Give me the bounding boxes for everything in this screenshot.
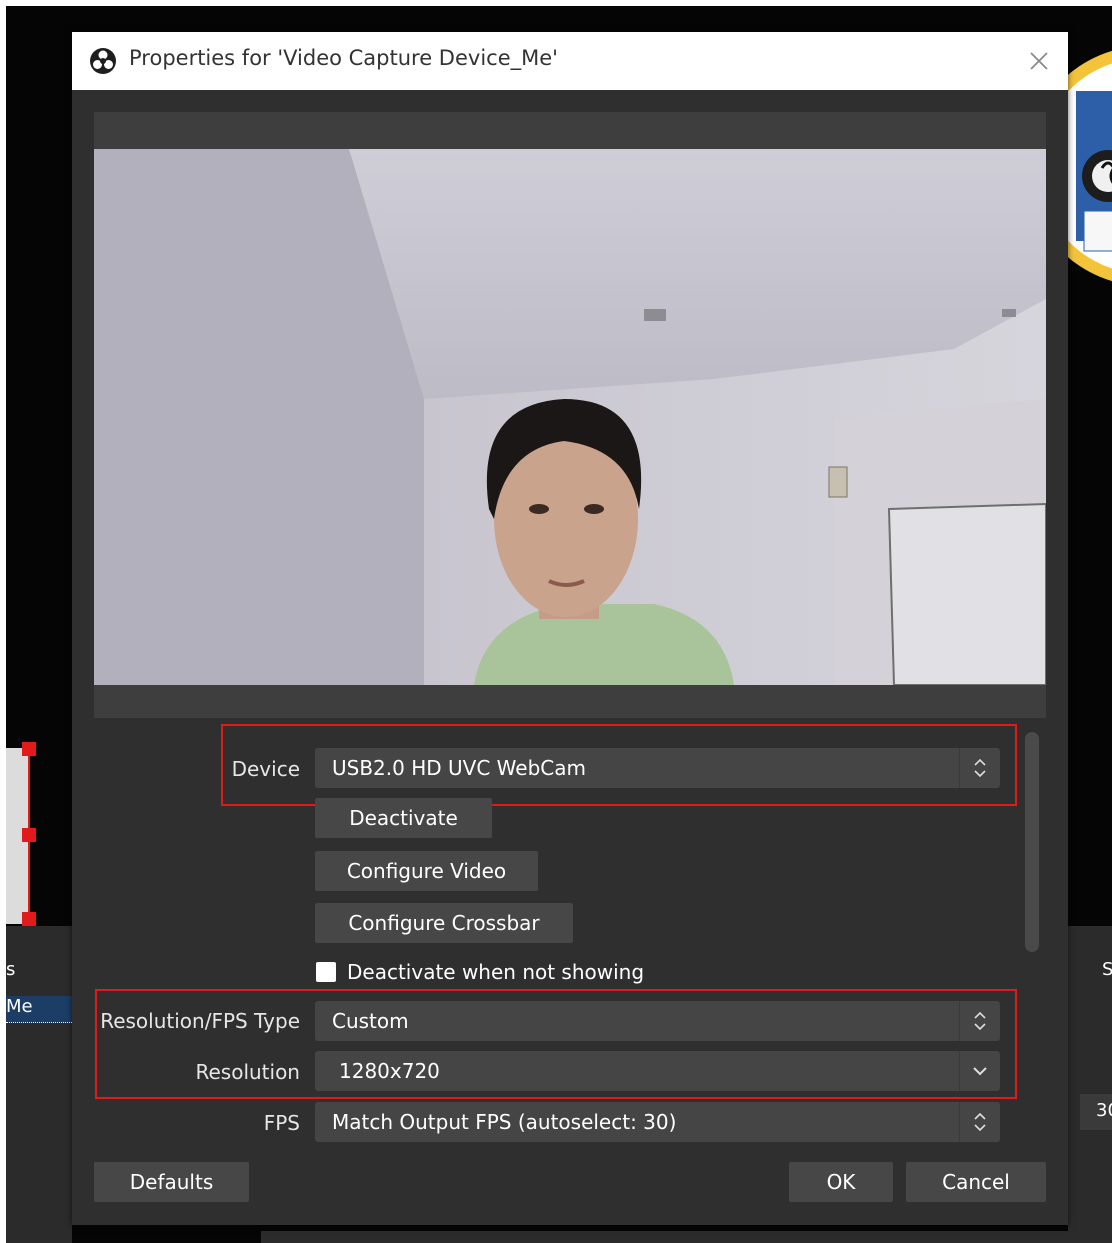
sources-dock-header: s — [6, 959, 16, 980]
dialog-titlebar[interactable]: Properties for 'Video Capture Device_Me' — [72, 32, 1068, 90]
scrollbar[interactable] — [1025, 732, 1039, 952]
updown-arrow-icon — [959, 1001, 986, 1041]
fps-label: FPS — [263, 1111, 300, 1135]
configure-crossbar-button[interactable]: Configure Crossbar — [315, 903, 573, 943]
resolution-fps-type-select[interactable]: Custom — [315, 1001, 1000, 1041]
properties-dialog: Properties for 'Video Capture Device_Me' — [72, 32, 1068, 1225]
dialog-title: Properties for 'Video Capture Device_Me' — [129, 46, 558, 70]
deactivate-button[interactable]: Deactivate — [315, 798, 492, 838]
resolution-label: Resolution — [195, 1060, 300, 1084]
defaults-button[interactable]: Defaults — [94, 1162, 249, 1202]
deactivate-when-not-showing-checkbox[interactable] — [316, 962, 336, 982]
transform-handle-middle[interactable] — [22, 828, 36, 842]
updown-arrow-icon — [959, 748, 986, 788]
controls-field-value: 30 — [1096, 1100, 1112, 1121]
close-icon[interactable] — [1022, 44, 1056, 78]
resolution-value: 1280x720 — [339, 1059, 440, 1083]
device-label: Device — [231, 757, 300, 781]
obs-logo-icon — [90, 48, 116, 74]
sources-list-item[interactable]: Me — [6, 996, 72, 1023]
chevron-down-icon[interactable] — [959, 1051, 1000, 1091]
fps-value: Match Output FPS (autoselect: 30) — [332, 1110, 677, 1134]
preview-area — [94, 112, 1046, 718]
bottom-panel — [261, 1231, 1073, 1243]
transform-handle-top[interactable] — [22, 742, 36, 756]
configure-video-button[interactable]: Configure Video — [315, 851, 538, 891]
scrollbar-thumb[interactable] — [1025, 732, 1039, 952]
resolution-combo[interactable]: 1280x720 — [315, 1051, 1000, 1091]
university-seal-logo — [1066, 50, 1112, 282]
sources-dock — [6, 926, 72, 1243]
updown-arrow-icon — [959, 1102, 986, 1142]
ok-button[interactable]: OK — [789, 1162, 893, 1202]
cancel-button[interactable]: Cancel — [906, 1162, 1046, 1202]
resolution-fps-type-label: Resolution/FPS Type — [100, 1009, 300, 1033]
sources-list-item-label: Me — [6, 996, 33, 1017]
resolution-fps-type-value: Custom — [332, 1009, 409, 1033]
controls-dock-header: S — [1102, 959, 1112, 980]
device-select[interactable]: USB2.0 HD UVC WebCam — [315, 748, 1000, 788]
transform-handle-bottom[interactable] — [22, 912, 36, 926]
webcam-preview — [94, 149, 1046, 685]
fps-select[interactable]: Match Output FPS (autoselect: 30) — [315, 1102, 1000, 1142]
controls-field[interactable]: 30 — [1080, 1094, 1112, 1130]
deactivate-when-not-showing-label: Deactivate when not showing — [347, 960, 645, 984]
device-value: USB2.0 HD UVC WebCam — [332, 756, 586, 780]
